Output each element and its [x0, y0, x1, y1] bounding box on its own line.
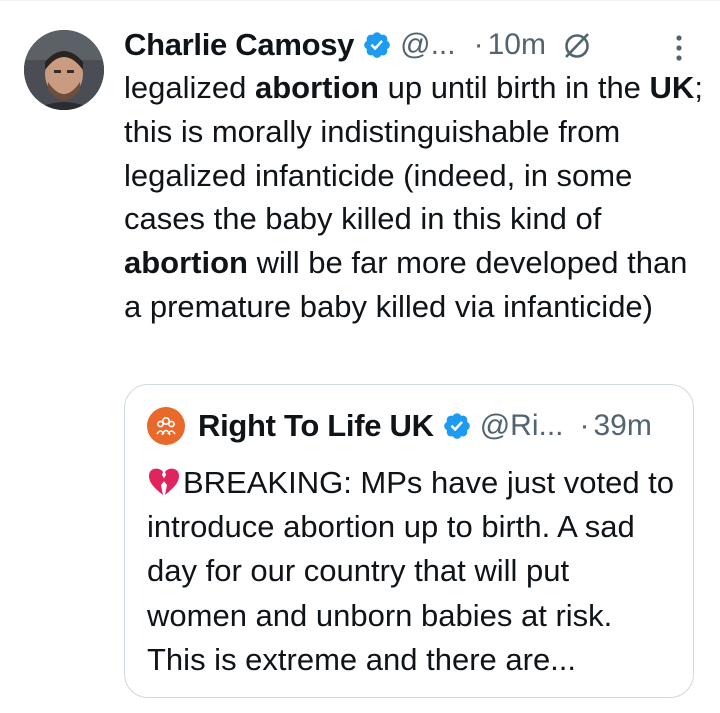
- right-to-life-logo: [147, 407, 185, 445]
- top-divider: [0, 0, 720, 1]
- timestamp[interactable]: 10m: [488, 28, 546, 62]
- tweet-header: Charlie Camosy @... · 10m: [124, 22, 592, 68]
- separator-dot: ·: [579, 409, 590, 442]
- quoted-tweet-body: BREAKING: MPs have just voted to introdu…: [147, 461, 677, 682]
- separator-dot: ·: [473, 28, 484, 61]
- quoted-body-text: BREAKING: MPs have just voted to introdu…: [147, 465, 675, 677]
- body-text-segment: up until birth in the: [378, 70, 650, 105]
- verified-badge-icon: [362, 30, 392, 60]
- quoted-author-name[interactable]: Right To Life UK: [198, 408, 434, 444]
- body-text-segment: legalized: [124, 70, 255, 105]
- no-reply-icon: [562, 30, 592, 60]
- highlighted-term: abortion: [254, 70, 379, 105]
- quoted-tweet-card[interactable]: Right To Life UK @Ri... · 39m BREAKING: …: [124, 384, 694, 698]
- broken-heart-icon: [147, 465, 181, 495]
- more-options-icon[interactable]: [664, 30, 694, 66]
- author-name[interactable]: Charlie Camosy: [124, 27, 354, 63]
- highlighted-term: UK: [649, 70, 695, 105]
- quoted-timestamp[interactable]: 39m: [594, 409, 652, 443]
- quoted-author-handle[interactable]: @Ri...: [480, 409, 564, 443]
- author-handle[interactable]: @...: [400, 28, 455, 62]
- highlighted-term: abortion: [124, 245, 248, 281]
- verified-badge-icon: [442, 411, 472, 441]
- avatar[interactable]: [24, 30, 104, 110]
- tweet-body: legalized abortion up until birth in the…: [124, 66, 704, 329]
- quoted-tweet-header: Right To Life UK @Ri... · 39m: [147, 405, 652, 447]
- avatar-image: [24, 30, 104, 110]
